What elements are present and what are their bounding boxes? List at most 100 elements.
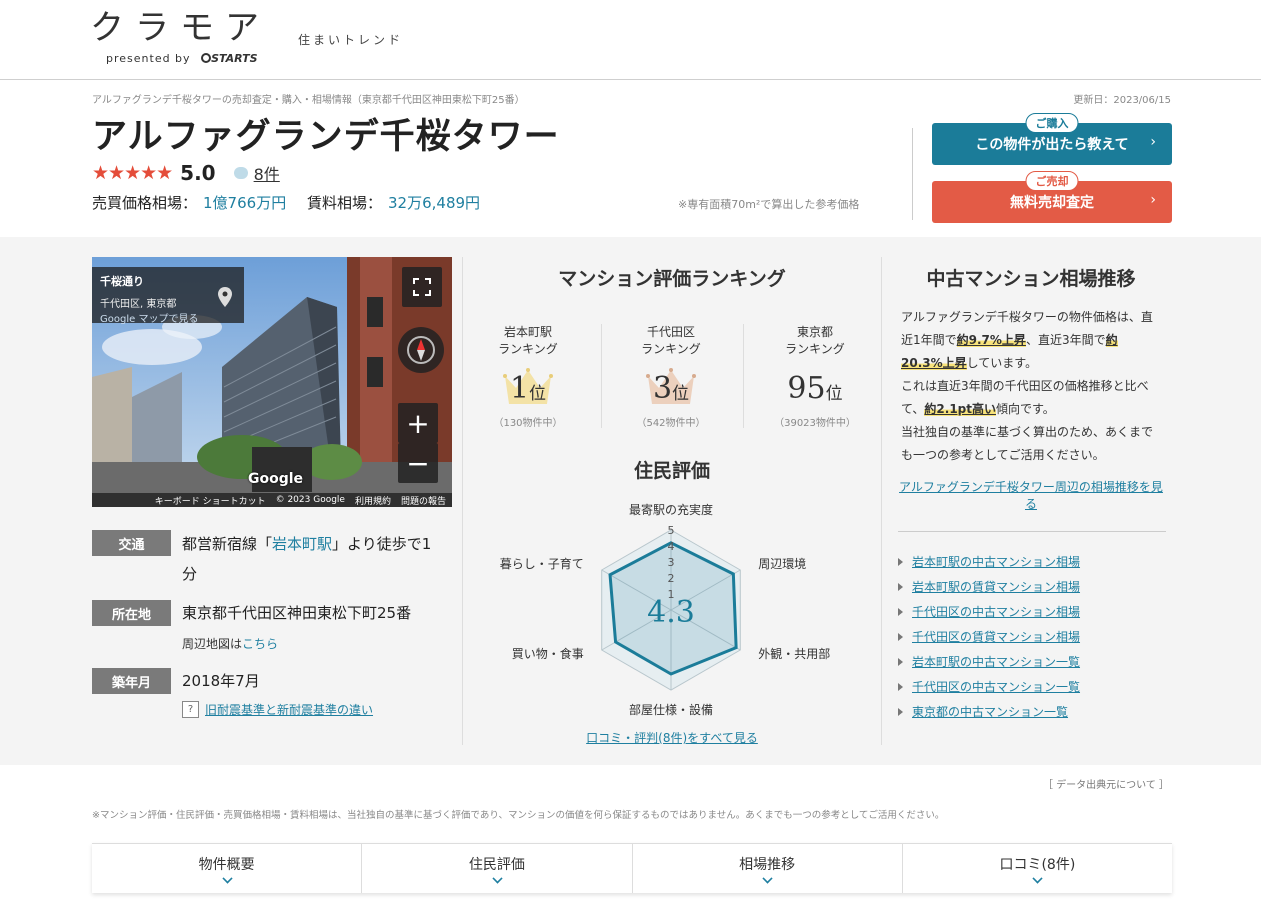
station-link[interactable]: 岩本町駅 — [272, 535, 332, 553]
google-logo: Google — [248, 471, 304, 487]
starts-logo-icon — [201, 53, 212, 63]
rank-count: （39023物件中） — [774, 418, 856, 429]
street-view-footer: キーボード ショートカット © 2023 Google 利用規約 問題の報告 — [92, 493, 452, 507]
market-link-label[interactable]: 千代田区の賃貸マンション相場 — [912, 628, 1080, 645]
header-divider — [912, 128, 913, 220]
rank-prefecture-line1: 東京都 — [796, 325, 833, 339]
market-title: 中古マンション相場推移 — [926, 268, 1136, 290]
market-link-label[interactable]: 千代田区の中古マンション相場 — [912, 603, 1080, 620]
radar-scale-label: 3 — [668, 556, 675, 569]
market-link-item[interactable]: 千代田区の中古マンション一覧 — [898, 674, 1080, 699]
free-sale-appraisal-button[interactable]: ご売却 無料売却査定 › — [932, 171, 1172, 223]
quake-standard-link[interactable]: 旧耐震基準と新耐震基準の違い — [205, 701, 373, 718]
rank-unit: 位 — [529, 384, 547, 404]
market-text: 、直近3年間で — [1025, 333, 1106, 347]
access-line-2: 分 — [182, 565, 198, 583]
map-pin-icon[interactable] — [218, 287, 232, 307]
keyboard-shortcuts-link[interactable]: キーボード ショートカット — [155, 494, 266, 507]
nearby-map: 周辺地図はこちら — [182, 635, 278, 652]
tab-market-trend[interactable]: 相場推移 — [633, 844, 903, 893]
open-in-maps-link[interactable]: Google マップで見る — [100, 310, 236, 325]
rank-station-line2: ランキング — [498, 342, 558, 356]
triangle-right-icon — [898, 632, 903, 641]
rank-number: 1 — [509, 371, 530, 406]
chevron-down-icon — [1032, 873, 1043, 884]
chevron-down-icon — [222, 873, 233, 884]
market-link-label[interactable]: 岩本町駅の中古マンション相場 — [912, 553, 1080, 570]
rating-row: ★★★★★ 5.0 8件 — [92, 160, 280, 186]
compass-icon[interactable] — [398, 327, 444, 373]
nearby-map-link[interactable]: こちら — [242, 637, 278, 651]
site-header: クラモア presented by STARTS 住まいトレンド — [0, 0, 1261, 80]
market-link-item[interactable]: 岩本町駅の賃貸マンション相場 — [898, 574, 1080, 599]
market-link-label[interactable]: 岩本町駅の賃貸マンション相場 — [912, 578, 1080, 595]
radar-axis-label: 周辺環境 — [758, 556, 806, 571]
breadcrumb: アルファグランデ千桜タワーの売却査定・購入・相場情報（東京都千代田区神田東松下町… — [92, 95, 525, 106]
street-view[interactable]: 千桜通り 千代田区, 東京都 Google マップで見る + − Google … — [92, 257, 452, 507]
rank-ward-line1: 千代田区 — [646, 325, 695, 339]
quake-standard[interactable]: ? 旧耐震基準と新耐震基準の違い — [182, 701, 373, 718]
help-icon: ? — [182, 701, 199, 718]
tagline: 住まいトレンド — [298, 33, 404, 47]
tab-reviews[interactable]: 口コミ(8件) — [903, 844, 1172, 893]
tab-label: 口コミ(8件) — [999, 857, 1076, 873]
tab-overview[interactable]: 物件概要 — [92, 844, 363, 893]
rank-ward-line2: ランキング — [641, 342, 701, 356]
market-text: 傾向です。 — [996, 402, 1055, 416]
logo[interactable]: クラモア presented by STARTS — [90, 8, 270, 70]
tab-resident-rating[interactable]: 住民評価 — [362, 844, 633, 893]
market-link-label[interactable]: 東京都の中古マンション一覧 — [912, 703, 1068, 720]
resident-radar-chart: 12345 最寄駅の充実度周辺環境外観・共用部部屋仕様・設備買い物・食事暮らし・… — [500, 502, 831, 717]
market-link-label[interactable]: 岩本町駅の中古マンション一覧 — [912, 653, 1080, 670]
rank-prefecture-line2: ランキング — [785, 342, 845, 356]
report-problem-link[interactable]: 問題の報告 — [401, 494, 446, 507]
buy-tag: ご購入 — [1025, 113, 1079, 133]
built-label: 築年月 — [92, 668, 171, 694]
rank-prefecture-value: 95 位 — [745, 364, 885, 406]
page-title: アルファグランデ千桜タワー — [92, 117, 560, 157]
brand-name: STARTS — [211, 52, 258, 65]
market-link-item[interactable]: 岩本町駅の中古マンション一覧 — [898, 649, 1080, 674]
sale-price-label: 売買価格相場： — [92, 194, 198, 212]
price-row: 売買価格相場： 1億766万円 賃料相場： 32万6,489円 — [92, 192, 496, 213]
market-link-item[interactable]: 岩本町駅の中古マンション相場 — [898, 549, 1080, 574]
access-line-suffix: 」より徒歩で1 — [332, 535, 432, 553]
street-view-location-card: 千桜通り 千代田区, 東京都 Google マップで見る — [92, 267, 244, 325]
market-link-item[interactable]: 東京都の中古マンション一覧 — [898, 699, 1080, 724]
sell-tag: ご売却 — [1025, 171, 1079, 191]
rank-station-line1: 岩本町駅 — [503, 325, 552, 339]
all-reviews-link[interactable]: 口コミ・評判(8件)をすべて見る — [463, 729, 881, 746]
zoom-in-icon[interactable]: + — [398, 403, 438, 443]
market-highlight: 約2.1pt高い — [924, 402, 996, 416]
rank-ward-value: 3位 — [601, 364, 741, 406]
zoom-out-icon[interactable]: − — [398, 443, 438, 483]
triangle-right-icon — [898, 582, 903, 591]
market-link-item[interactable]: 千代田区の賃貸マンション相場 — [898, 624, 1080, 649]
sale-price-value: 1億766万円 — [203, 194, 287, 212]
market-summary: アルファグランデ千桜タワーの物件価格は、直近1年間で約9.7%上昇、直近3年間で… — [901, 306, 1157, 467]
built-value: 2018年7月 — [182, 672, 260, 690]
gold-crown-icon: 1位 — [502, 364, 554, 406]
review-count-link[interactable]: 8件 — [254, 161, 280, 185]
data-source-link[interactable]: ［ データ出典元について ］ — [1043, 776, 1169, 791]
access-value: 都営新宿線「岩本町駅」より徒歩で1 分 — [182, 529, 431, 589]
market-link-label[interactable]: 千代田区の中古マンション一覧 — [912, 678, 1080, 695]
tab-label: 住民評価 — [468, 857, 525, 873]
radar-scale-label: 2 — [668, 572, 675, 585]
address-value: 東京都千代田区神田東松下町25番 — [182, 604, 412, 622]
star-rating-icon: ★★★★★ — [92, 162, 173, 184]
access-line-prefix: 都営新宿線「 — [182, 535, 273, 553]
market-trend-link[interactable]: アルファグランデ千桜タワー周辺の相場推移を見る — [899, 479, 1163, 513]
fullscreen-icon[interactable] — [402, 267, 442, 307]
radar-axis-label: 買い物・食事 — [512, 646, 584, 661]
market-link-item[interactable]: 千代田区の中古マンション相場 — [898, 599, 1080, 624]
updated-date: 更新日：2023/06/15 — [1073, 95, 1171, 106]
rank-divider — [743, 324, 744, 428]
ranking-title: マンション評価ランキング — [558, 268, 786, 290]
rank-unit: 位 — [672, 384, 690, 404]
terms-link[interactable]: 利用規約 — [355, 494, 391, 507]
copyright-text: © 2023 Google — [275, 495, 345, 505]
tab-label: 相場推移 — [739, 857, 796, 873]
notify-when-listed-button[interactable]: ご購入 この物件が出たら教えて › — [932, 113, 1172, 165]
rank-unit: 位 — [825, 384, 843, 404]
